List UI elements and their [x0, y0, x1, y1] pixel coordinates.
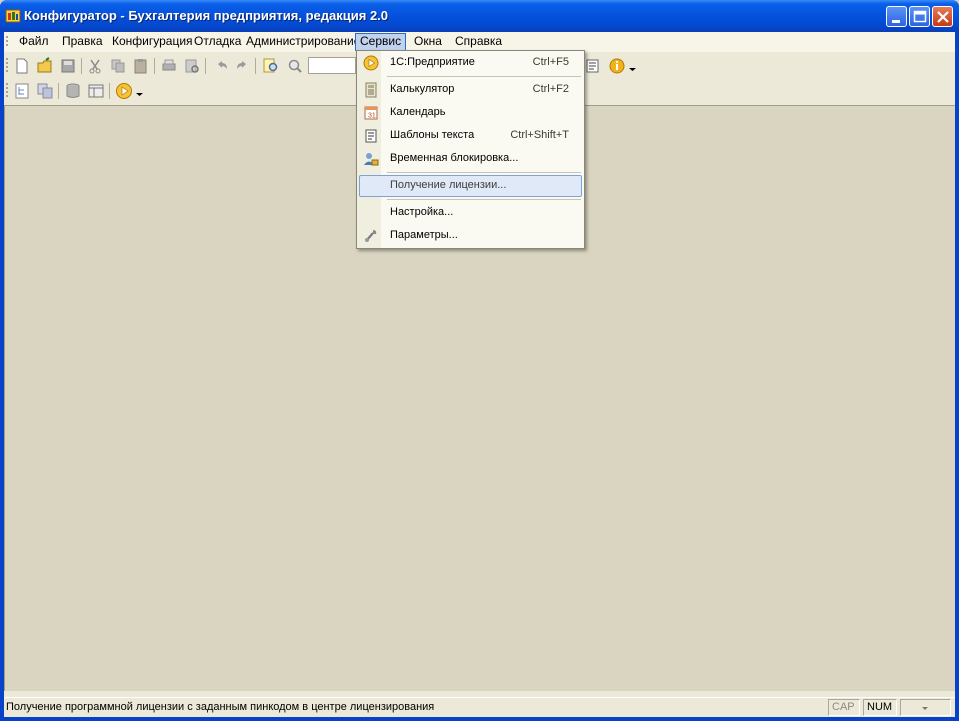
toolbar-separator [109, 83, 110, 99]
open-folder-icon[interactable] [36, 57, 54, 75]
copy-icon[interactable] [109, 57, 127, 75]
menu-separator [387, 199, 581, 200]
menu-item-label: Временная блокировка... [390, 152, 519, 164]
play-circle-icon[interactable] [115, 82, 133, 100]
menu-item-label: Получение лицензии... [390, 179, 507, 191]
status-extra-cell [900, 699, 951, 716]
status-bar: Получение программной лицензии с заданны… [4, 697, 955, 717]
toolbar-separator [154, 58, 155, 74]
menu-item-customize[interactable]: Настройка... [359, 202, 582, 224]
table-icon[interactable] [87, 82, 105, 100]
user-lock-icon [364, 153, 379, 166]
play-circle-icon [363, 55, 379, 71]
menu-item-shortcut: Ctrl+F2 [532, 83, 569, 95]
menu-item-text-templates[interactable]: Шаблоны текста Ctrl+Shift+T [359, 125, 582, 147]
paste-icon[interactable] [132, 57, 150, 75]
menu-item-temporary-lock[interactable]: Временная блокировка... [359, 148, 582, 170]
menu-item-get-license[interactable]: Получение лицензии... [359, 175, 582, 197]
menu-file[interactable]: Файл [15, 33, 53, 51]
window-title: Конфигуратор - Бухгалтерия предприятия, … [24, 8, 389, 23]
menu-bar: Файл Правка Конфигурация Отладка Админис… [4, 32, 955, 52]
database-icon[interactable] [64, 82, 82, 100]
text-templates-icon [365, 129, 377, 143]
menu-separator [387, 172, 581, 173]
undo-icon[interactable] [213, 57, 231, 75]
menu-service[interactable]: Сервис [355, 33, 407, 51]
svg-text:31: 31 [368, 113, 376, 120]
menu-configuration[interactable]: Конфигурация [108, 33, 197, 51]
minimize-button[interactable] [886, 6, 907, 27]
toolbar-separator [205, 58, 206, 74]
toolbar-grip[interactable] [6, 83, 9, 99]
menu-help-label: Справка [455, 34, 503, 48]
minimize-icon [892, 20, 900, 23]
menu-item-label: Калькулятор [390, 83, 455, 95]
calculator-icon [365, 82, 377, 98]
chevron-down-icon[interactable] [628, 57, 637, 75]
status-message: Получение программной лицензии с заданны… [6, 701, 435, 713]
menu-administration[interactable]: Администрирование [242, 33, 364, 51]
menu-administration-label: Администрирование [246, 34, 361, 48]
menu-service-label: Сервис [360, 34, 402, 48]
find-in-document-icon[interactable] [262, 57, 280, 75]
menu-debug-label: Отладка [194, 34, 242, 48]
menu-edit[interactable]: Правка [58, 33, 107, 51]
toolbar-separator [58, 83, 59, 99]
caps-lock-indicator: CAP [828, 699, 860, 716]
close-icon [937, 11, 949, 23]
menu-item-shortcut: Ctrl+F5 [532, 56, 569, 68]
configuration-tree-icon[interactable] [13, 82, 31, 100]
cut-icon[interactable] [86, 57, 104, 75]
maximize-button[interactable] [909, 6, 930, 27]
menu-item-parameters[interactable]: Параметры... [359, 225, 582, 247]
title-bar[interactable]: Конфигуратор - Бухгалтерия предприятия, … [0, 0, 959, 32]
new-document-icon[interactable] [13, 57, 31, 75]
toolbar-separator [81, 58, 82, 74]
menu-file-label: Файл [19, 34, 49, 48]
num-lock-indicator: NUM [863, 699, 897, 716]
save-icon[interactable] [59, 57, 77, 75]
wrench-icon [365, 230, 377, 242]
close-button[interactable] [932, 6, 953, 27]
service-menu-dropdown: 1С:Предприятие Ctrl+F5 Калькулятор Ctrl+… [356, 50, 585, 249]
client-area: Файл Правка Конфигурация Отладка Админис… [4, 32, 955, 717]
menu-item-label: Шаблоны текста [390, 129, 475, 141]
menu-debug[interactable]: Отладка [190, 33, 245, 51]
search-input[interactable] [308, 57, 356, 74]
menu-item-calendar[interactable]: 31 Календарь [359, 102, 582, 124]
menu-item-calculator[interactable]: Калькулятор Ctrl+F2 [359, 79, 582, 101]
info-icon[interactable] [608, 57, 626, 75]
calendar-icon: 31 [364, 106, 378, 120]
redo-icon[interactable] [233, 57, 251, 75]
menu-configuration-label: Конфигурация [112, 34, 193, 48]
print-icon[interactable] [160, 57, 178, 75]
menu-windows[interactable]: Окна [410, 33, 446, 51]
compare-configurations-icon[interactable] [36, 82, 54, 100]
menu-item-label: Календарь [390, 106, 446, 118]
menu-help[interactable]: Справка [451, 33, 506, 51]
menu-item-label: Настройка... [390, 206, 454, 218]
menu-item-label: Параметры... [390, 229, 458, 241]
app-window: Конфигуратор - Бухгалтерия предприятия, … [0, 0, 959, 721]
menu-item-shortcut: Ctrl+Shift+T [510, 129, 569, 141]
menu-edit-label: Правка [62, 34, 103, 48]
maximize-icon [913, 10, 927, 23]
menubar-grip[interactable] [6, 36, 9, 48]
menu-item-1c-enterprise[interactable]: 1С:Предприятие Ctrl+F5 [359, 52, 582, 74]
app-logo-icon [5, 9, 21, 23]
print-preview-icon[interactable] [183, 57, 201, 75]
search-icon[interactable] [286, 57, 304, 75]
menu-windows-label: Окна [414, 34, 442, 48]
toolbar-separator [255, 58, 256, 74]
syntax-assistant-icon[interactable] [584, 57, 602, 75]
menu-item-label: 1С:Предприятие [390, 56, 475, 68]
menu-separator [387, 76, 581, 77]
chevron-down-icon[interactable] [919, 701, 959, 715]
toolbar-grip[interactable] [6, 58, 9, 74]
chevron-down-icon[interactable] [135, 82, 144, 100]
